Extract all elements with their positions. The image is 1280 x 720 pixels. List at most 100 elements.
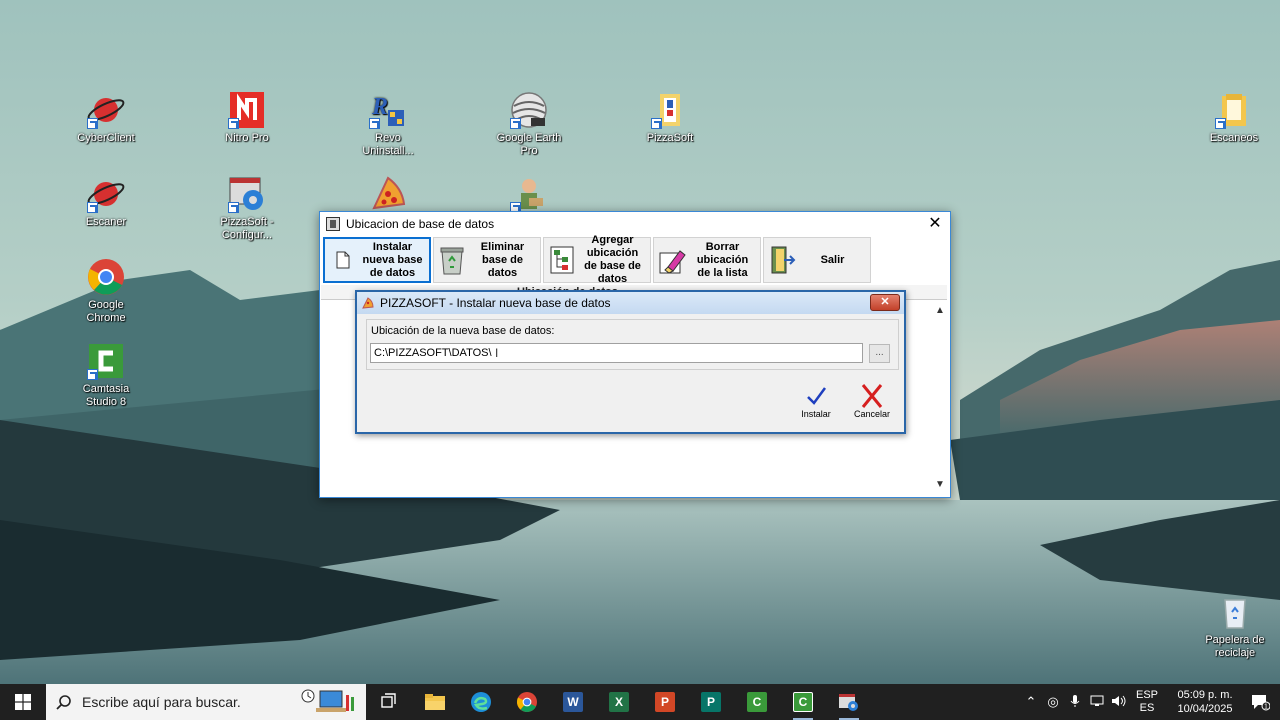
install-button[interactable]: Instalar: [793, 382, 839, 419]
remove-location-button[interactable]: Borrar ubicación de la lista: [653, 237, 761, 283]
desktop-icon-escaneos[interactable]: Escaneos: [1196, 90, 1272, 145]
desktop-icon-person[interactable]: [491, 174, 567, 216]
taskbar-search-box[interactable]: Escribe aquí para buscar.: [46, 684, 366, 720]
desktop-icon-label: Google Chrome: [86, 299, 126, 324]
taskbar-excel[interactable]: X: [596, 684, 642, 720]
clock[interactable]: 05:09 p. m. 10/04/2025: [1170, 688, 1240, 716]
desktop-icon-revo-uninstaller[interactable]: R Revo Uninstall...: [350, 90, 426, 158]
taskbar-task-view[interactable]: [366, 684, 412, 720]
desktop-icon-pizza[interactable]: [350, 174, 426, 216]
exit-door-icon: [768, 244, 796, 276]
taskbar-edge[interactable]: [458, 684, 504, 720]
camera-tray-icon[interactable]: ◎: [1042, 694, 1064, 710]
keyboard-layout: ES: [1139, 702, 1155, 714]
close-icon[interactable]: ✕: [926, 215, 944, 233]
delete-database-button[interactable]: Eliminar base de datos: [433, 237, 541, 283]
search-icon: [56, 695, 71, 710]
window-title: Ubicacion de base de datos: [346, 217, 495, 231]
add-tree-icon: [548, 244, 576, 276]
excel-icon: X: [609, 692, 629, 712]
windows-logo-icon: [15, 694, 31, 710]
taskbar-pizzasoft-config[interactable]: [826, 684, 872, 720]
shortcut-arrow-icon: [1215, 118, 1226, 129]
database-path-input[interactable]: [370, 343, 863, 363]
taskbar-camtasia[interactable]: C: [734, 684, 780, 720]
text-cursor-icon: I: [495, 346, 499, 360]
publisher-icon: P: [701, 692, 721, 712]
notification-center-button[interactable]: 1: [1240, 693, 1280, 711]
desktop-icon-pizzasoft-config[interactable]: PizzaSoft - Configur...: [209, 174, 285, 242]
desktop-icon-label: Papelera de reciclaje: [1205, 634, 1265, 659]
person-icon: [509, 174, 549, 214]
task-view-icon: [381, 693, 396, 708]
camtasia-recorder-icon: C: [793, 692, 813, 712]
taskbar-chrome[interactable]: [504, 684, 550, 720]
taskbar: Escribe aquí para buscar. W X P P C C ⌃ …: [0, 684, 1280, 720]
desktop-icon-label: Nitro Pro: [225, 132, 269, 144]
taskbar-publisher[interactable]: P: [688, 684, 734, 720]
install-new-database-button[interactable]: Instalar nueva base de datos: [323, 237, 431, 283]
earth-globe-icon: [509, 90, 549, 130]
notification-icon: 1: [1252, 695, 1270, 711]
scroll-up-icon[interactable]: ▲: [933, 305, 947, 319]
desktop-icon-google-chrome[interactable]: Google Chrome: [68, 257, 144, 325]
notification-count: 1: [1264, 704, 1268, 711]
desktop-icon-escaner[interactable]: Escaner: [68, 174, 144, 229]
window-titlebar[interactable]: Ubicacion de base de datos ✕: [320, 212, 950, 236]
search-placeholder: Escribe aquí para buscar.: [82, 694, 241, 710]
gear-window-icon: [227, 174, 267, 214]
volume-icon[interactable]: [1108, 695, 1130, 710]
shortcut-arrow-icon: [87, 118, 98, 129]
taskbar-file-explorer[interactable]: [412, 684, 458, 720]
search-highlight-icon: [301, 689, 354, 712]
desktop-icon-label: Google Earth Pro: [496, 132, 562, 157]
shortcut-arrow-icon: [87, 369, 98, 380]
microphone-icon[interactable]: [1064, 694, 1086, 711]
browse-button[interactable]: ...: [869, 344, 890, 363]
desktop-icon-nitro-pro[interactable]: Nitro Pro: [209, 90, 285, 145]
desktop-icon-pizzasoft[interactable]: PizzaSoft: [632, 90, 708, 145]
desktop-icon-label: Escaner: [85, 216, 127, 228]
chrome-icon: [86, 257, 126, 297]
install-database-dialog: PIZZASOFT - Instalar nueva base de datos…: [355, 290, 906, 434]
taskbar-powerpoint[interactable]: P: [642, 684, 688, 720]
clock-time: 05:09 p. m.: [1177, 689, 1233, 701]
start-button[interactable]: [0, 684, 46, 720]
scroll-down-icon[interactable]: ▼: [933, 479, 947, 493]
dialog-titlebar[interactable]: PIZZASOFT - Instalar nueva base de datos…: [357, 292, 904, 314]
input-language-indicator[interactable]: ESP ES: [1130, 689, 1164, 715]
camtasia-icon: C: [747, 692, 767, 712]
nitro-icon: [227, 90, 267, 130]
recycle-bin-icon: [1215, 592, 1255, 632]
shortcut-arrow-icon: [87, 202, 98, 213]
chevron-up-icon[interactable]: ⌃: [1020, 694, 1042, 710]
desktop-icon-camtasia[interactable]: Camtasia Studio 8: [68, 341, 144, 409]
close-icon[interactable]: ✕: [870, 294, 900, 311]
svg-text:R: R: [371, 94, 388, 120]
checkmark-icon: [793, 382, 839, 409]
shortcut-arrow-icon: [510, 118, 521, 129]
location-field-label: Ubicación de la nueva base de datos:: [371, 325, 555, 337]
exit-button[interactable]: Salir: [763, 237, 871, 283]
desktop-icon-recycle-bin[interactable]: Papelera de reciclaje: [1197, 592, 1273, 660]
add-location-button[interactable]: Agregar ubicación de base de datos: [543, 234, 651, 285]
taskbar-word[interactable]: W: [550, 684, 596, 720]
powerpoint-icon: P: [655, 692, 675, 712]
pizzasoft-folder-icon: [650, 90, 690, 130]
desktop-icon-cyberclient[interactable]: CyberClient: [68, 90, 144, 145]
shortcut-arrow-icon: [651, 118, 662, 129]
desktop-icon-google-earth-pro[interactable]: Google Earth Pro: [491, 90, 567, 158]
system-tray: ⌃ ◎ ESP ES 05:09 p. m. 10/04/2025 1: [1020, 684, 1280, 720]
desktop-icon-label: Camtasia Studio 8: [82, 383, 130, 408]
desktop-icon-label: PizzaSoft - Configur...: [220, 216, 274, 241]
install-label: Instalar: [801, 409, 831, 419]
language-code: ESP: [1135, 689, 1158, 701]
cancel-button[interactable]: Cancelar: [849, 382, 895, 419]
chrome-icon: [516, 692, 537, 712]
shortcut-arrow-icon: [228, 118, 239, 129]
word-icon: W: [563, 692, 583, 712]
desktop-icon-label: PizzaSoft: [646, 132, 694, 144]
planet-icon: [86, 174, 126, 214]
taskbar-camtasia-recorder[interactable]: C: [780, 684, 826, 720]
network-icon[interactable]: [1086, 695, 1108, 710]
